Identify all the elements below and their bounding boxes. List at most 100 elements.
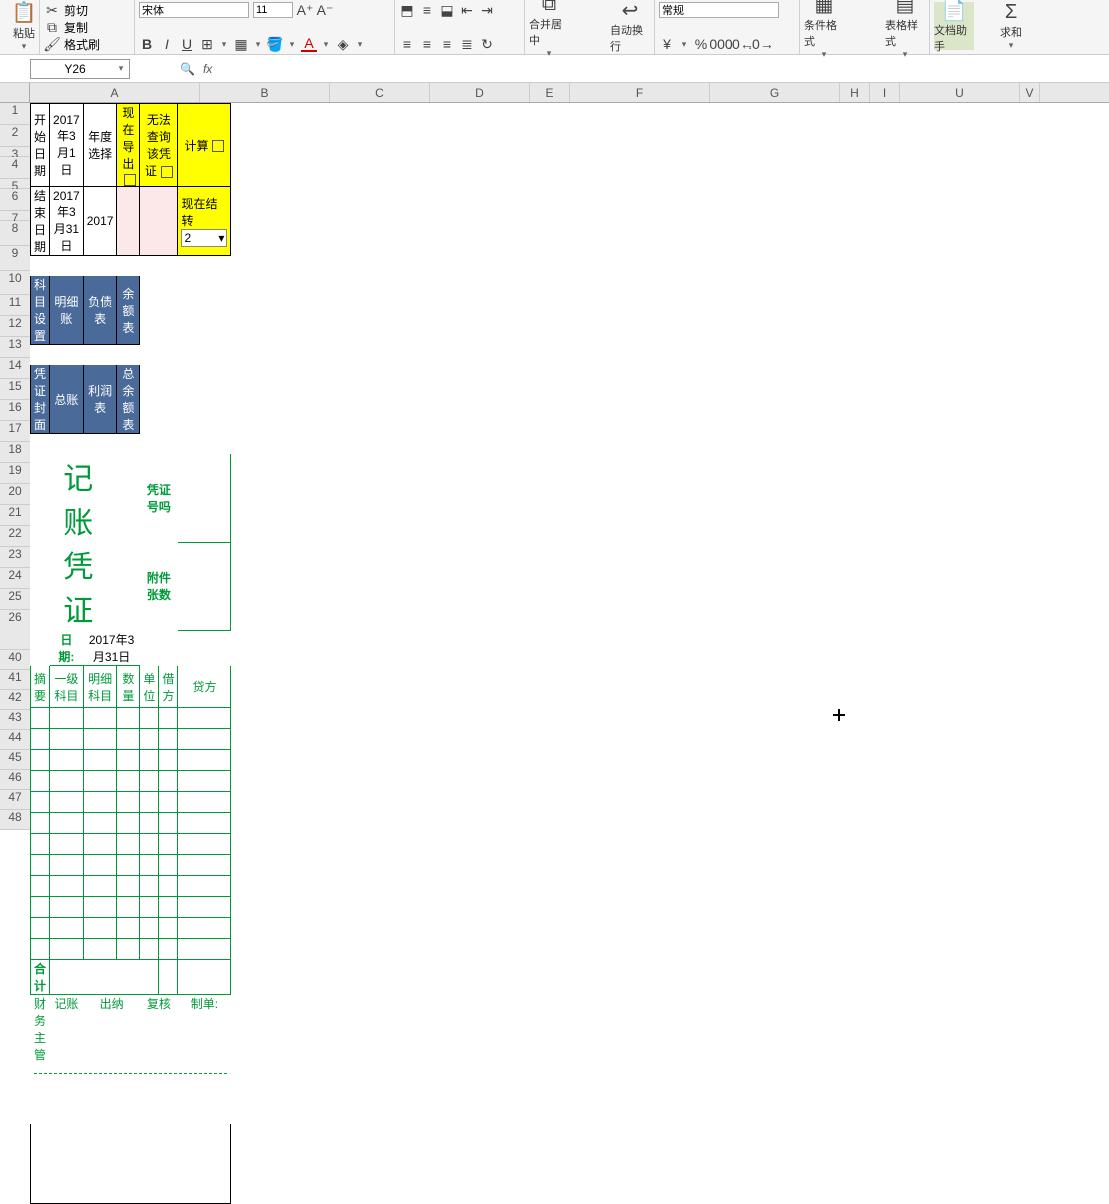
- data-cell[interactable]: [140, 897, 159, 918]
- data-cell[interactable]: [159, 771, 178, 792]
- data-cell[interactable]: [140, 813, 159, 834]
- data-cell[interactable]: [50, 750, 84, 771]
- carry-cell[interactable]: 现在结转 2▾: [178, 187, 231, 256]
- row-header[interactable]: 12: [0, 316, 30, 337]
- data-cell[interactable]: [140, 708, 159, 729]
- indent-inc-icon[interactable]: ⇥: [479, 2, 495, 18]
- data-cell[interactable]: [31, 897, 50, 918]
- data-cell[interactable]: [159, 918, 178, 939]
- row-header[interactable]: 48: [0, 810, 30, 830]
- row-header[interactable]: 22: [0, 526, 30, 547]
- data-cell[interactable]: [50, 918, 84, 939]
- align-mid-icon[interactable]: ≡: [419, 2, 435, 18]
- spreadsheet[interactable]: A B C D E F G H I U V 1 2 3 4 5 6 7 8 9 …: [0, 83, 1109, 830]
- data-cell[interactable]: [83, 750, 117, 771]
- data-cell[interactable]: [117, 876, 140, 897]
- data-cell[interactable]: [117, 792, 140, 813]
- row-header[interactable]: 42: [0, 690, 30, 710]
- currency-icon[interactable]: ¥: [659, 36, 675, 52]
- row-header[interactable]: 8: [0, 221, 30, 246]
- align-bot-icon[interactable]: ⬓: [439, 2, 455, 18]
- export-checkbox[interactable]: [124, 174, 136, 186]
- data-cell[interactable]: [31, 834, 50, 855]
- data-cell[interactable]: [83, 897, 117, 918]
- align-just-icon[interactable]: ≣: [459, 36, 475, 52]
- align-left-icon[interactable]: ≡: [399, 36, 415, 52]
- row-header[interactable]: 7: [0, 211, 30, 221]
- data-cell[interactable]: [50, 729, 84, 750]
- data-cell[interactable]: [140, 729, 159, 750]
- row-header[interactable]: 3: [0, 147, 30, 157]
- row-header[interactable]: 19: [0, 463, 30, 484]
- data-cell[interactable]: [117, 729, 140, 750]
- row-header[interactable]: 13: [0, 337, 30, 358]
- row-header[interactable]: 14: [0, 358, 30, 379]
- data-cell[interactable]: [50, 792, 84, 813]
- data-cell[interactable]: [83, 939, 117, 960]
- data-cell[interactable]: [50, 897, 84, 918]
- data-cell[interactable]: [83, 729, 117, 750]
- doc-helper-button[interactable]: 📄文档助手: [934, 2, 974, 50]
- font-color-button[interactable]: A: [301, 36, 317, 52]
- data-cell[interactable]: [178, 750, 231, 771]
- row-header[interactable]: 24: [0, 568, 30, 589]
- row-header[interactable]: 1: [0, 103, 30, 125]
- data-cell[interactable]: [178, 708, 231, 729]
- carry-dropdown[interactable]: 2▾: [181, 229, 227, 247]
- data-cell[interactable]: [50, 708, 84, 729]
- data-cell[interactable]: [140, 855, 159, 876]
- data-cell[interactable]: [117, 834, 140, 855]
- data-cell[interactable]: [159, 708, 178, 729]
- data-cell[interactable]: [50, 855, 84, 876]
- data-cell[interactable]: [31, 918, 50, 939]
- cannot-query-cell[interactable]: 无法查询该凭证: [140, 104, 178, 187]
- row-header[interactable]: 45: [0, 750, 30, 770]
- nav-subject-setup[interactable]: 科目设置: [31, 276, 50, 345]
- data-cell[interactable]: [140, 876, 159, 897]
- data-cell[interactable]: [159, 729, 178, 750]
- align-right-icon[interactable]: ≡: [439, 36, 455, 52]
- col-header[interactable]: C: [330, 83, 430, 102]
- sum-button[interactable]: Σ求和▾: [991, 2, 1031, 50]
- table-style-button[interactable]: ▤表格样式▾: [885, 2, 925, 50]
- row-header[interactable]: 26: [0, 610, 30, 650]
- copy-button[interactable]: ⧉复制: [44, 19, 130, 36]
- data-cell[interactable]: [178, 729, 231, 750]
- data-cell[interactable]: [83, 918, 117, 939]
- data-cell[interactable]: [159, 855, 178, 876]
- data-cell[interactable]: [159, 897, 178, 918]
- dec-inc-icon[interactable]: .0←: [733, 36, 749, 52]
- align-top-icon[interactable]: ⬒: [399, 2, 415, 18]
- export-now-cell[interactable]: 现在导出: [117, 104, 140, 187]
- data-cell[interactable]: [140, 771, 159, 792]
- data-cell[interactable]: [159, 813, 178, 834]
- row-header[interactable]: 9: [0, 246, 30, 271]
- row-header[interactable]: 5: [0, 179, 30, 189]
- row-header[interactable]: 41: [0, 670, 30, 690]
- data-cell[interactable]: [50, 876, 84, 897]
- nav-balance[interactable]: 余额表: [117, 276, 140, 345]
- fill-color-button[interactable]: 🪣: [267, 36, 283, 52]
- comma-icon[interactable]: 000: [713, 36, 729, 52]
- row-header[interactable]: 44: [0, 730, 30, 750]
- data-cell[interactable]: [178, 897, 231, 918]
- col-header[interactable]: G: [710, 83, 840, 102]
- data-cell[interactable]: [178, 918, 231, 939]
- data-cell[interactable]: [50, 834, 84, 855]
- data-cell[interactable]: [178, 876, 231, 897]
- data-cell[interactable]: [31, 855, 50, 876]
- col-header[interactable]: I: [870, 83, 900, 102]
- end-date-value[interactable]: 2017年3月31日: [50, 187, 84, 256]
- nav-voucher-cover[interactable]: 凭证封面: [31, 365, 50, 434]
- empty-box[interactable]: [31, 1124, 231, 1204]
- row-header[interactable]: 46: [0, 770, 30, 790]
- bold-button[interactable]: B: [139, 36, 155, 52]
- wrap-button[interactable]: ↩自动换行: [610, 2, 650, 50]
- voucher-no-field[interactable]: [178, 454, 231, 543]
- pink-cell-f[interactable]: [140, 187, 178, 256]
- align-center-icon[interactable]: ≡: [419, 36, 435, 52]
- data-cell[interactable]: [117, 708, 140, 729]
- row-header[interactable]: 6: [0, 189, 30, 211]
- col-header[interactable]: B: [200, 83, 330, 102]
- cond-format-button[interactable]: ▦条件格式▾: [804, 2, 844, 50]
